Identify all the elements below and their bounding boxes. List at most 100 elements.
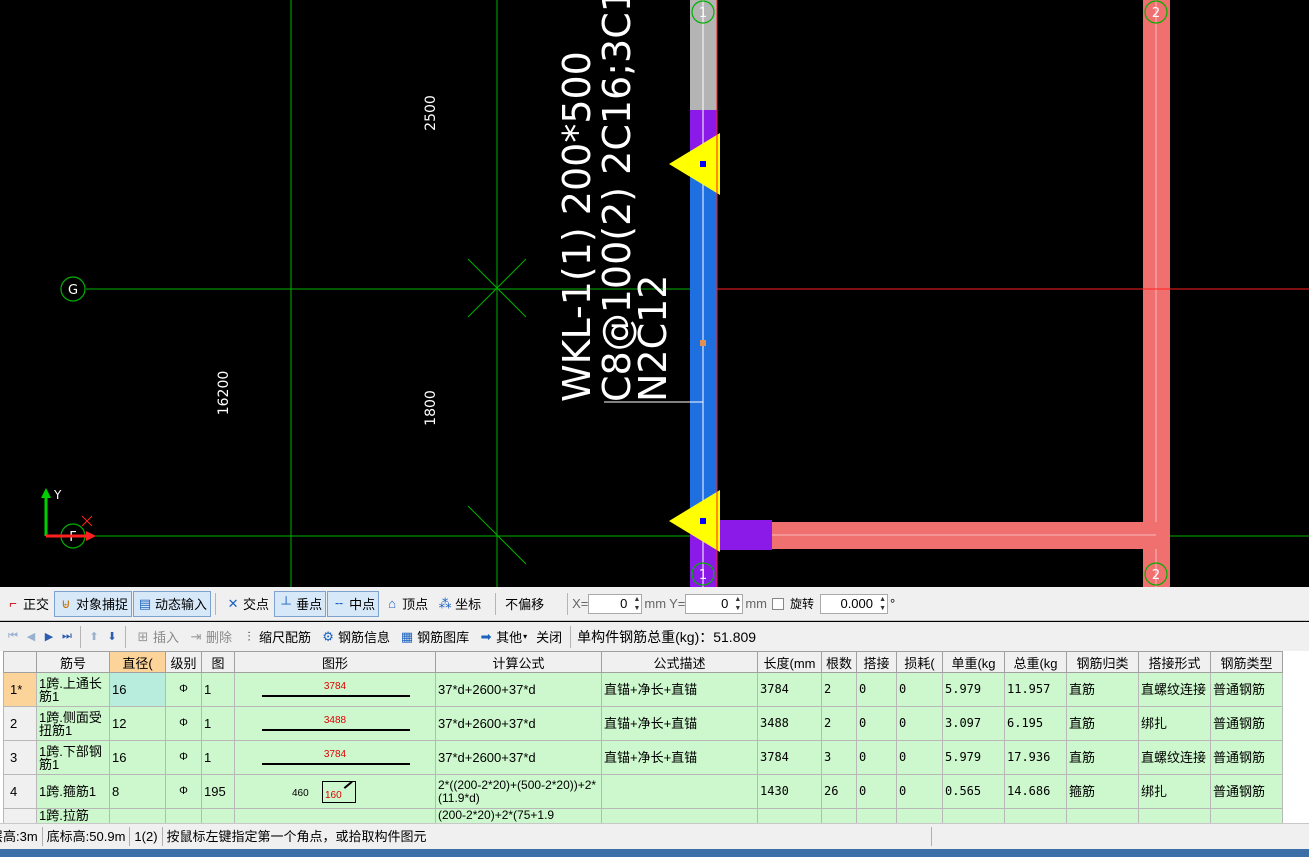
cell-shape[interactable]: 3784 (234, 740, 436, 775)
first-record-icon[interactable]: ⏮ (4, 630, 22, 643)
cad-drawing-canvas[interactable]: 1 2 G F 1 2 2500 1800 16200 WKL-1(1) 200… (0, 0, 1309, 587)
row-number[interactable]: 2 (3, 706, 37, 741)
cell-diameter[interactable]: 12 (109, 706, 166, 741)
col-header-rebar-type[interactable]: 钢筋类型 (1210, 651, 1283, 673)
cell-length[interactable]: 3784 (757, 672, 822, 707)
col-header-figure-no[interactable]: 图 (201, 651, 235, 673)
cell-formula-desc[interactable]: 直锚+净长+直锚 (601, 706, 758, 741)
cell-figure-no[interactable]: 1 (201, 672, 235, 707)
cell-bar-name[interactable]: 1跨.拉筋 (36, 808, 110, 823)
cell-count[interactable]: 2 (821, 706, 857, 741)
col-header-formula[interactable]: 计算公式 (435, 651, 602, 673)
cell-figure-no[interactable]: 195 (201, 774, 235, 809)
cell-shape[interactable]: 460 160 (234, 774, 436, 809)
cell-formula-desc[interactable]: 直锚+净长+直锚 (601, 672, 758, 707)
midpoint-grip[interactable] (700, 340, 706, 346)
y-input-spinner[interactable]: 0 ▲ ▼ (685, 593, 744, 614)
cell-bar-name[interactable]: 1跨.侧面受扭筋1 (36, 706, 110, 741)
cell-category[interactable]: 直筋 (1066, 706, 1139, 741)
last-record-icon[interactable]: ⏭ (58, 630, 76, 643)
cell-lap[interactable] (856, 808, 897, 823)
rotate-checkbox[interactable] (772, 597, 784, 610)
cell-diameter[interactable]: 8 (109, 774, 166, 809)
cell-length[interactable]: 1430 (757, 774, 822, 809)
move-down-icon[interactable]: ⬇ (103, 630, 121, 643)
table-row[interactable]: 4 1跨.箍筋1 8 Φ 195 460 160 2*((200-2*20)+(… (3, 774, 1283, 809)
next-record-icon[interactable]: ▶ (40, 630, 58, 643)
cell-grade[interactable]: Φ (165, 672, 202, 707)
object-snap-button[interactable]: ⊌ 对象捕捉 (54, 590, 133, 617)
cell-count[interactable]: 26 (821, 774, 857, 809)
col-header-lap[interactable]: 搭接 (856, 651, 897, 673)
cell-count[interactable]: 2 (821, 672, 857, 707)
cell-grade[interactable]: Φ (165, 774, 202, 809)
cell-figure-no[interactable]: 1 (201, 740, 235, 775)
cell-total-weight[interactable] (1004, 808, 1067, 823)
delete-button[interactable]: ⇥ 删除 (184, 624, 236, 650)
cell-lap[interactable]: 0 (856, 774, 897, 809)
cell-category[interactable] (1066, 808, 1139, 823)
cell-formula[interactable]: 37*d+2600+37*d (435, 740, 602, 775)
ortho-button[interactable]: ⌐ 正交 (1, 591, 53, 617)
cell-diameter[interactable]: 16 (109, 672, 166, 707)
cell-formula-desc[interactable] (601, 808, 758, 823)
cell-formula-desc[interactable] (601, 774, 758, 809)
cell-category[interactable]: 直筋 (1066, 672, 1139, 707)
cad-drawing[interactable]: 1 2 G F 1 2 2500 1800 16200 WKL-1(1) 200… (0, 0, 1309, 587)
cell-lap[interactable]: 0 (856, 740, 897, 775)
col-header-formula-desc[interactable]: 公式描述 (601, 651, 758, 673)
vertex-snap-button[interactable]: ⌂ 顶点 (380, 591, 432, 617)
cell-formula[interactable]: 2*((200-2*20)+(500-2*20))+2*(11.9*d) (435, 774, 602, 809)
col-header-length[interactable]: 长度(mm (757, 651, 822, 673)
table-row[interactable]: 2 1跨.侧面受扭筋1 12 Φ 1 3488 37*d+2600+37*d 直… (3, 706, 1283, 741)
rotate-input-spinner[interactable]: 0.000 ▲ ▼ (820, 593, 889, 614)
coordinate-snap-button[interactable]: ⁂ 坐标 (433, 591, 485, 617)
col-header-shape[interactable]: 图形 (234, 651, 436, 673)
cell-figure-no[interactable] (201, 808, 235, 823)
cell-bar-name[interactable]: 1跨.下部钢筋1 (36, 740, 110, 775)
close-button[interactable]: 关闭 (532, 624, 566, 650)
move-up-icon[interactable]: ⬆ (85, 630, 103, 643)
midpoint-snap-button[interactable]: ╌ 中点 (327, 590, 380, 617)
dynamic-input-button[interactable]: ▤ 动态输入 (133, 590, 212, 617)
table-row[interactable]: 1跨.拉筋 (200-2*20)+2*(75+1.9 (3, 808, 1283, 823)
cell-rebar-type[interactable]: 普通钢筋 (1210, 672, 1283, 707)
spinner-arrows-icon[interactable]: ▲ ▼ (879, 595, 886, 613)
cell-figure-no[interactable]: 1 (201, 706, 235, 741)
cell-shape[interactable] (234, 808, 436, 823)
cell-shape[interactable]: 3488 (234, 706, 436, 741)
x-input-spinner[interactable]: 0 ▲ ▼ (588, 593, 643, 614)
intersection-snap-button[interactable]: ✕ 交点 (221, 591, 273, 617)
cell-loss[interactable]: 0 (896, 774, 943, 809)
cell-lap-form[interactable]: 绑扎 (1138, 706, 1211, 741)
cell-total-weight[interactable]: 14.686 (1004, 774, 1067, 809)
cell-unit-weight[interactable]: 5.979 (942, 672, 1005, 707)
cell-unit-weight[interactable] (942, 808, 1005, 823)
offset-mode-select[interactable]: 不偏移 (501, 591, 563, 617)
cell-category[interactable]: 箍筋 (1066, 774, 1139, 809)
cell-loss[interactable]: 0 (896, 672, 943, 707)
spinner-arrows-icon[interactable]: ▲ ▼ (633, 595, 640, 613)
cell-grade[interactable]: Φ (165, 740, 202, 775)
cell-formula[interactable]: (200-2*20)+2*(75+1.9 (435, 808, 602, 823)
cell-rebar-type[interactable]: 普通钢筋 (1210, 774, 1283, 809)
cell-length[interactable] (757, 808, 822, 823)
row-number[interactable]: 3 (3, 740, 37, 775)
col-header-count[interactable]: 根数 (821, 651, 857, 673)
other-menu-button[interactable]: ➡ 其他 ▾ (474, 624, 531, 650)
col-header-total-weight[interactable]: 总重(kg (1004, 651, 1067, 673)
table-row[interactable]: 3 1跨.下部钢筋1 16 Φ 1 3784 37*d+2600+37*d 直锚… (3, 740, 1283, 775)
grip-point[interactable] (700, 161, 706, 167)
cell-rebar-type[interactable]: 普通钢筋 (1210, 706, 1283, 741)
col-header-category[interactable]: 钢筋归类 (1066, 651, 1139, 673)
cell-lap-form[interactable] (1138, 808, 1211, 823)
cell-bar-name[interactable]: 1跨.箍筋1 (36, 774, 110, 809)
cell-grade[interactable]: Φ (165, 706, 202, 741)
perpendicular-snap-button[interactable]: ┴ 垂点 (274, 590, 327, 617)
rebar-info-button[interactable]: ⚙ 钢筋信息 (316, 624, 394, 650)
cell-lap[interactable]: 0 (856, 706, 897, 741)
beam-label[interactable]: WKL-1(1) 200*500 C8@100(2) 2C16;3C1 N2C1… (555, 0, 675, 402)
cell-bar-name[interactable]: 1跨.上通长筋1 (36, 672, 110, 707)
rebar-library-button[interactable]: ▦ 钢筋图库 (395, 624, 473, 650)
table-row[interactable]: 1* 1跨.上通长筋1 16 Φ 1 3784 37*d+2600+37*d 直… (3, 672, 1283, 707)
